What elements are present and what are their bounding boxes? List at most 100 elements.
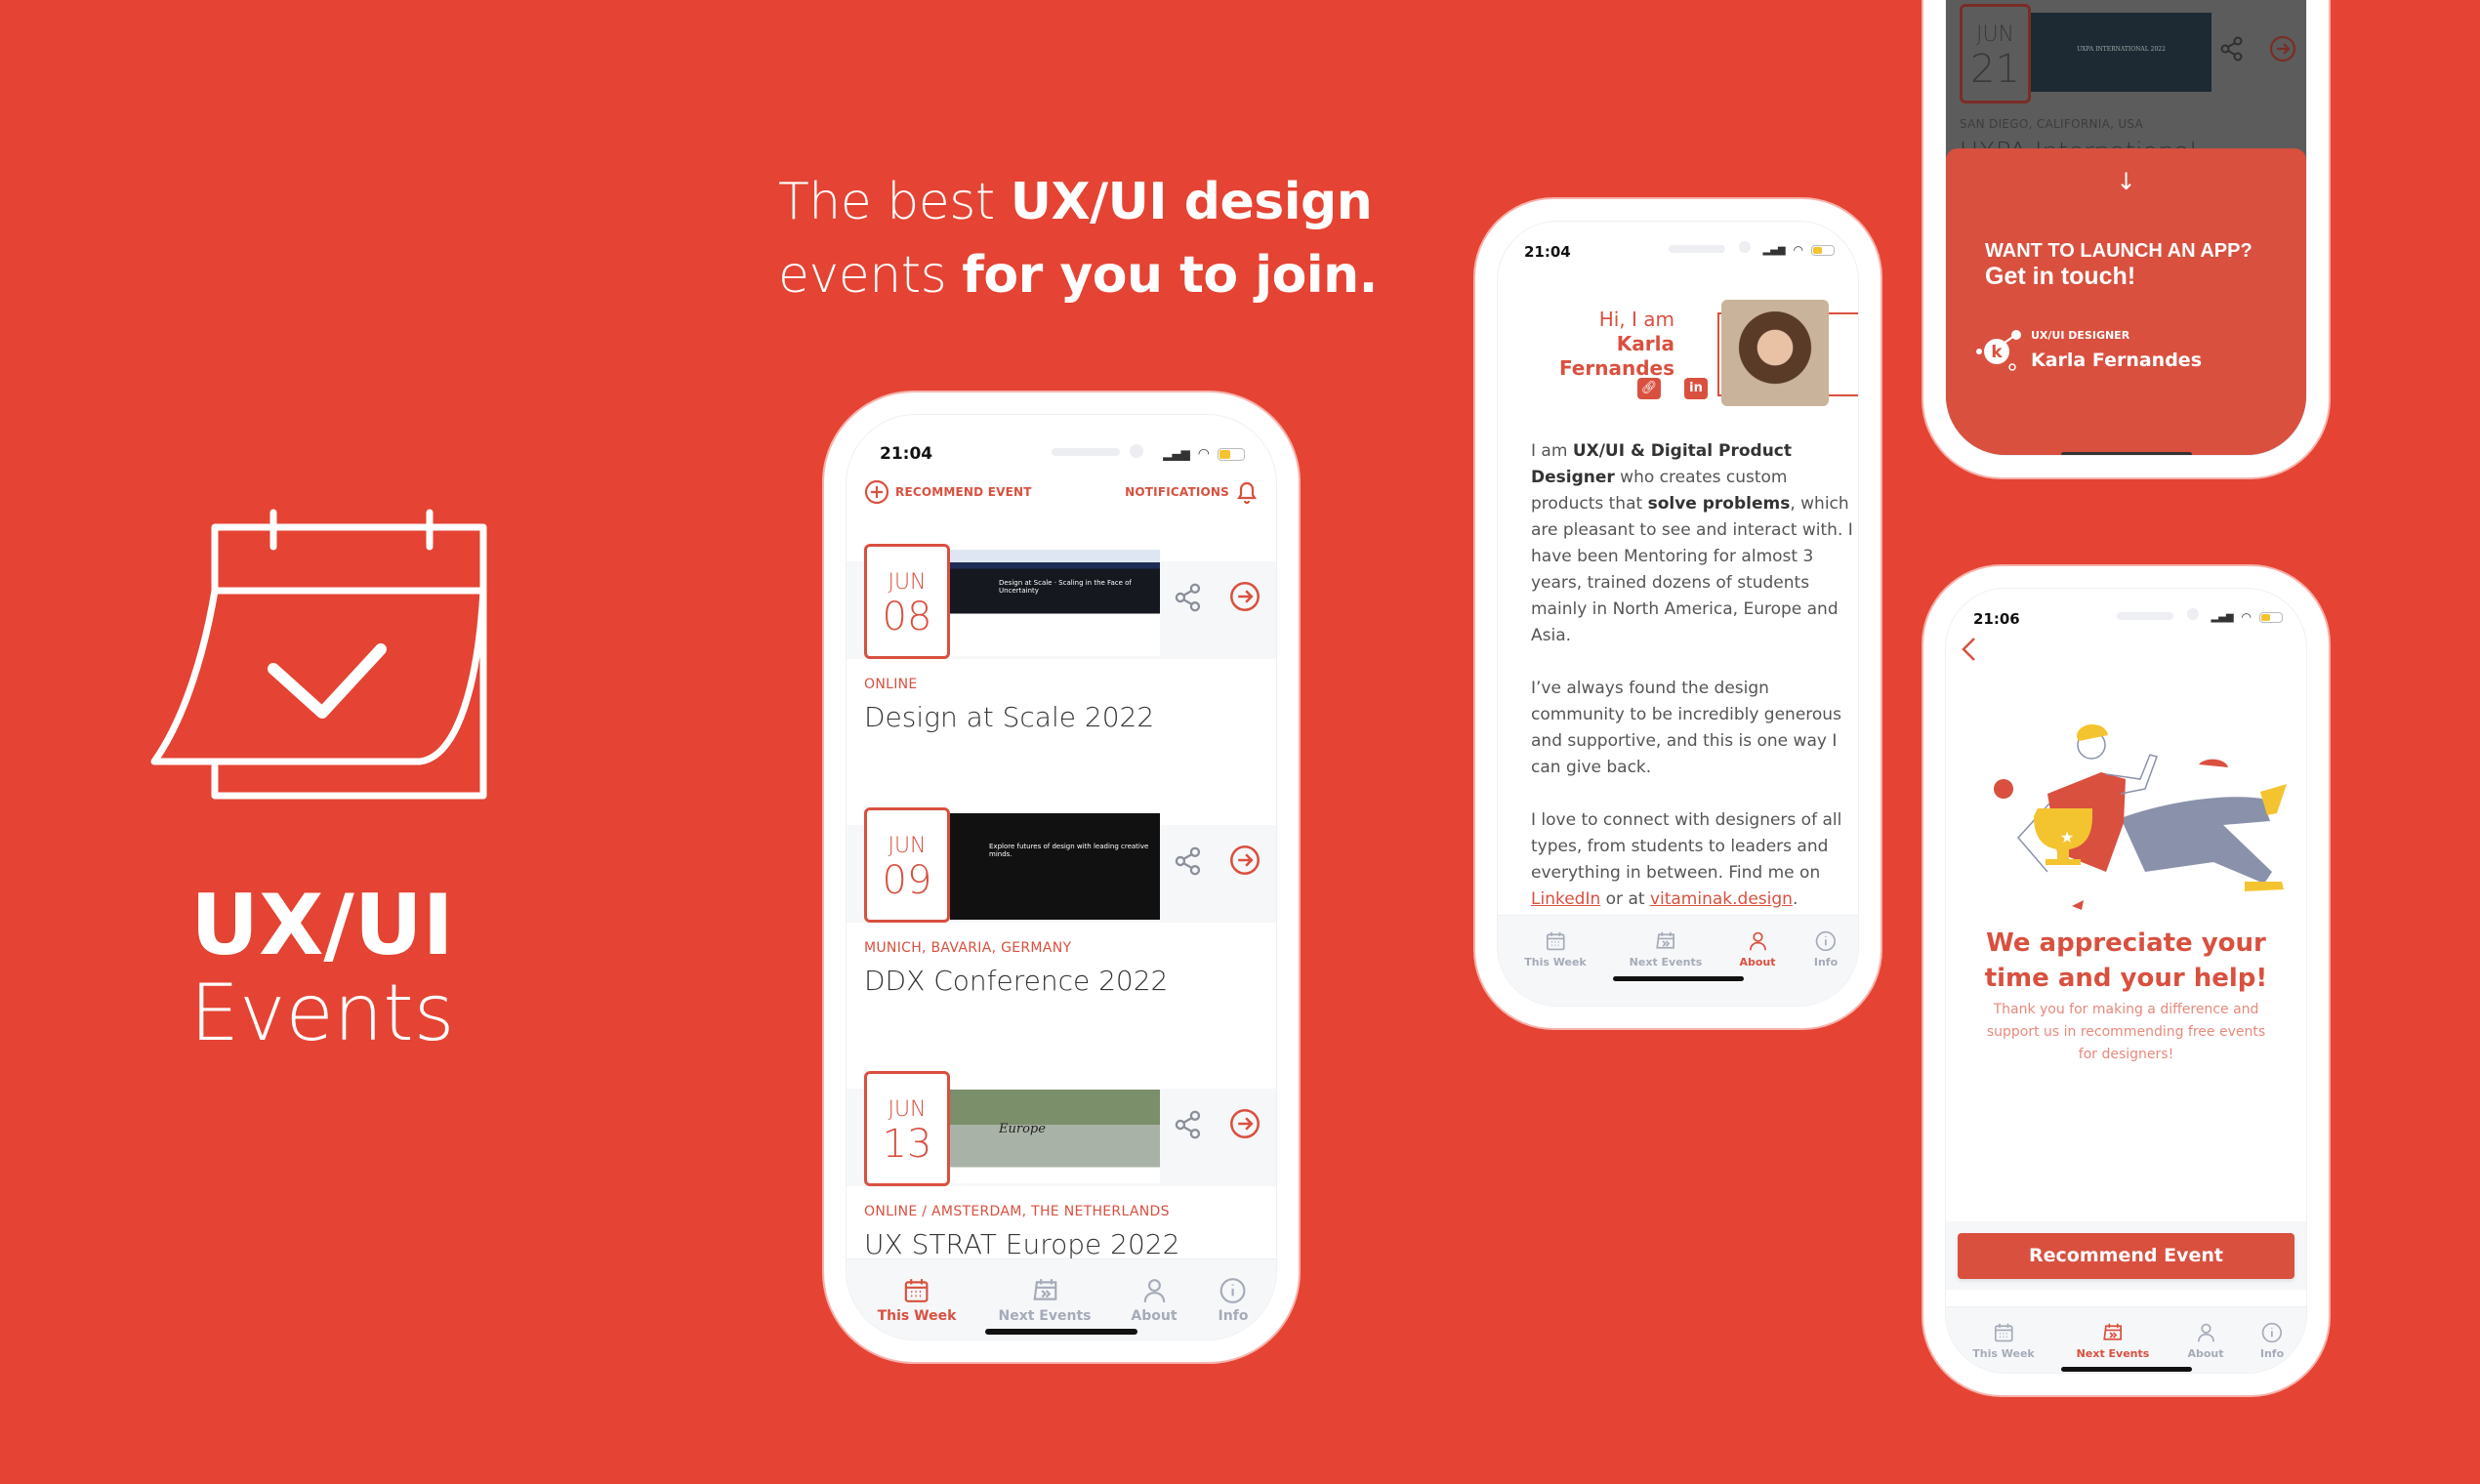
headline-bold: for you to join. — [962, 246, 1378, 305]
text: . — [1792, 889, 1798, 909]
tab-next-events[interactable]: Next Events — [1629, 930, 1703, 969]
info-icon — [1219, 1277, 1249, 1304]
tab-label: Next Events — [1629, 956, 1703, 969]
tab-this-week[interactable]: This Week — [878, 1277, 956, 1324]
event-title[interactable]: DDX Conference 2022 — [864, 965, 1168, 997]
back-chevron-icon[interactable] — [1960, 636, 1979, 663]
phone-about: 21:04 ▂▄▆ ◠ Hi, I am Karla Fernandes 🔗︎ … — [1475, 199, 1881, 1028]
tab-label: Next Events — [998, 1308, 1092, 1324]
date-month: JUN — [888, 834, 927, 858]
status-icons: ▂▄▆ ◠ — [1163, 446, 1245, 462]
share-icon[interactable] — [2220, 36, 2244, 62]
greeting-text: Hi, I am — [1598, 308, 1674, 331]
share-icon[interactable] — [1175, 1110, 1202, 1143]
trophy-illustration: ★ — [1994, 723, 2287, 910]
linkedin-link[interactable]: LinkedIn — [1531, 889, 1600, 909]
status-icons: ▂▄▆ ◠ — [1762, 243, 1835, 257]
open-event-icon[interactable] — [1229, 581, 1261, 616]
about-paragraph-1: I am UX/UI & Digital Product Designer wh… — [1531, 438, 1853, 649]
tab-label: Info — [2259, 1347, 2285, 1360]
event-location: ONLINE / AMSTERDAM, THE NETHERLANDS — [864, 1204, 1170, 1219]
text: , which are pleasant to see and interact… — [1531, 494, 1853, 645]
wifi-icon: ◠ — [1793, 243, 1803, 257]
text: I am — [1531, 441, 1573, 461]
speaker — [1052, 448, 1120, 456]
k-logo-icon: k — [1976, 330, 2021, 371]
event-thumbnail[interactable]: Explore futures of design with leading c… — [950, 813, 1160, 920]
headline-regular: events — [778, 246, 963, 305]
tab-info[interactable]: Info — [1219, 1277, 1249, 1324]
recommend-event-button[interactable]: Recommend Event — [1958, 1233, 2294, 1279]
date-month: JUN — [888, 1097, 927, 1122]
tab-about[interactable]: About — [2187, 1322, 2224, 1360]
date-day: 21 — [1970, 47, 2020, 92]
designer-name: Karla Fernandes — [2031, 350, 2202, 371]
wifi-icon: ◠ — [1197, 446, 1210, 462]
text: I love to connect with designers of all … — [1531, 810, 1842, 883]
calendar-icon — [1524, 930, 1586, 952]
tab-about[interactable]: About — [1131, 1277, 1178, 1324]
thanks-body: Thank you for making a difference and su… — [1986, 1002, 2266, 1062]
cta-line-2[interactable]: Get in touch! — [1985, 264, 2253, 289]
tab-info[interactable]: Info — [1814, 930, 1838, 969]
status-icons: ▂▄▆ ◠ — [2211, 610, 2283, 624]
tab-next-events[interactable]: Next Events — [2077, 1322, 2149, 1360]
designer-name: Karla Fernandes — [1558, 332, 1674, 380]
cta-line-1: WANT TO LAUNCH AN APP? — [1985, 240, 2253, 262]
greeting: Hi, I am Karla Fernandes — [1498, 308, 1674, 381]
signal-icon: ▂▄▆ — [1762, 244, 1786, 256]
about-paragraph-3: I love to connect with designers of all … — [1531, 807, 1853, 913]
about-paragraph-2: I’ve always found the design community t… — [1531, 679, 1841, 777]
svg-text:★: ★ — [2060, 828, 2074, 846]
event-thumbnail[interactable]: Europe — [950, 1077, 1160, 1183]
phone-promo: JUN 21 UXPA INTERNATIONAL 2022 SAN DIEGO… — [1923, 0, 2329, 477]
thumbnail-text: UXPA INTERNATIONAL 2022 — [2077, 46, 2166, 53]
headline-bold: UX/UI design — [1010, 173, 1373, 231]
home-indicator — [985, 1329, 1137, 1335]
open-event-icon[interactable] — [2269, 35, 2296, 62]
event-thumbnail[interactable]: Design at Scale · Scaling in the Face of… — [950, 550, 1160, 656]
signal-icon: ▂▄▆ — [1163, 447, 1190, 461]
signal-icon: ▂▄▆ — [2211, 611, 2234, 623]
event-location: ONLINE — [864, 677, 918, 692]
svg-text:k: k — [1991, 343, 2003, 362]
home-indicator — [1613, 976, 1744, 981]
tab-this-week[interactable]: This Week — [1972, 1322, 2035, 1360]
cta-text: WANT TO LAUNCH AN APP? Get in touch! — [1985, 238, 2253, 289]
tab-info[interactable]: Info — [2260, 1322, 2284, 1360]
tab-label: About — [2187, 1347, 2224, 1360]
bell-icon — [1236, 481, 1258, 505]
event-title[interactable]: Design at Scale 2022 — [864, 701, 1154, 733]
notifications-button[interactable]: NOTIFICATIONS — [1125, 479, 1259, 505]
link-icon[interactable]: 🔗︎ — [1637, 378, 1661, 399]
tab-next-events[interactable]: Next Events — [999, 1277, 1092, 1324]
share-icon[interactable] — [1175, 846, 1202, 880]
info-icon — [2260, 1322, 2284, 1343]
tab-about[interactable]: About — [1739, 930, 1776, 969]
open-event-icon[interactable] — [1229, 1108, 1261, 1143]
event-title[interactable]: UX STRAT Europe 2022 — [864, 1228, 1179, 1260]
person-icon — [1131, 1277, 1177, 1304]
tab-label: Info — [1813, 956, 1839, 969]
linkedin-icon[interactable]: in — [1684, 378, 1708, 399]
heading-line-1: We appreciate your — [1986, 928, 2266, 958]
recommend-event-button[interactable]: RECOMMEND EVENT — [864, 479, 1032, 505]
wifi-icon: ◠ — [2241, 610, 2252, 624]
share-icon[interactable] — [1175, 583, 1202, 616]
speaker — [2117, 612, 2173, 620]
person-icon — [1739, 930, 1775, 952]
thumbnail-text: Explore futures of design with leading c… — [989, 843, 1149, 858]
tab-this-week[interactable]: This Week — [1524, 930, 1587, 969]
tab-label: This Week — [1972, 1347, 2035, 1360]
home-indicator — [2061, 1367, 2192, 1372]
speaker — [1669, 245, 1725, 253]
camera — [1130, 444, 1143, 458]
calendar-next-icon — [1630, 930, 1703, 952]
open-event-icon[interactable] — [1229, 845, 1261, 880]
battery-icon — [1218, 447, 1245, 461]
date-badge: JUN 13 — [864, 1071, 950, 1186]
tab-bar: This Week Next Events About Info — [1498, 915, 1858, 1006]
arrow-down-icon: ↓ — [2116, 168, 2136, 195]
event-thumbnail[interactable]: UXPA INTERNATIONAL 2022 — [2031, 13, 2211, 92]
website-link[interactable]: vitaminak.design — [1650, 889, 1793, 909]
